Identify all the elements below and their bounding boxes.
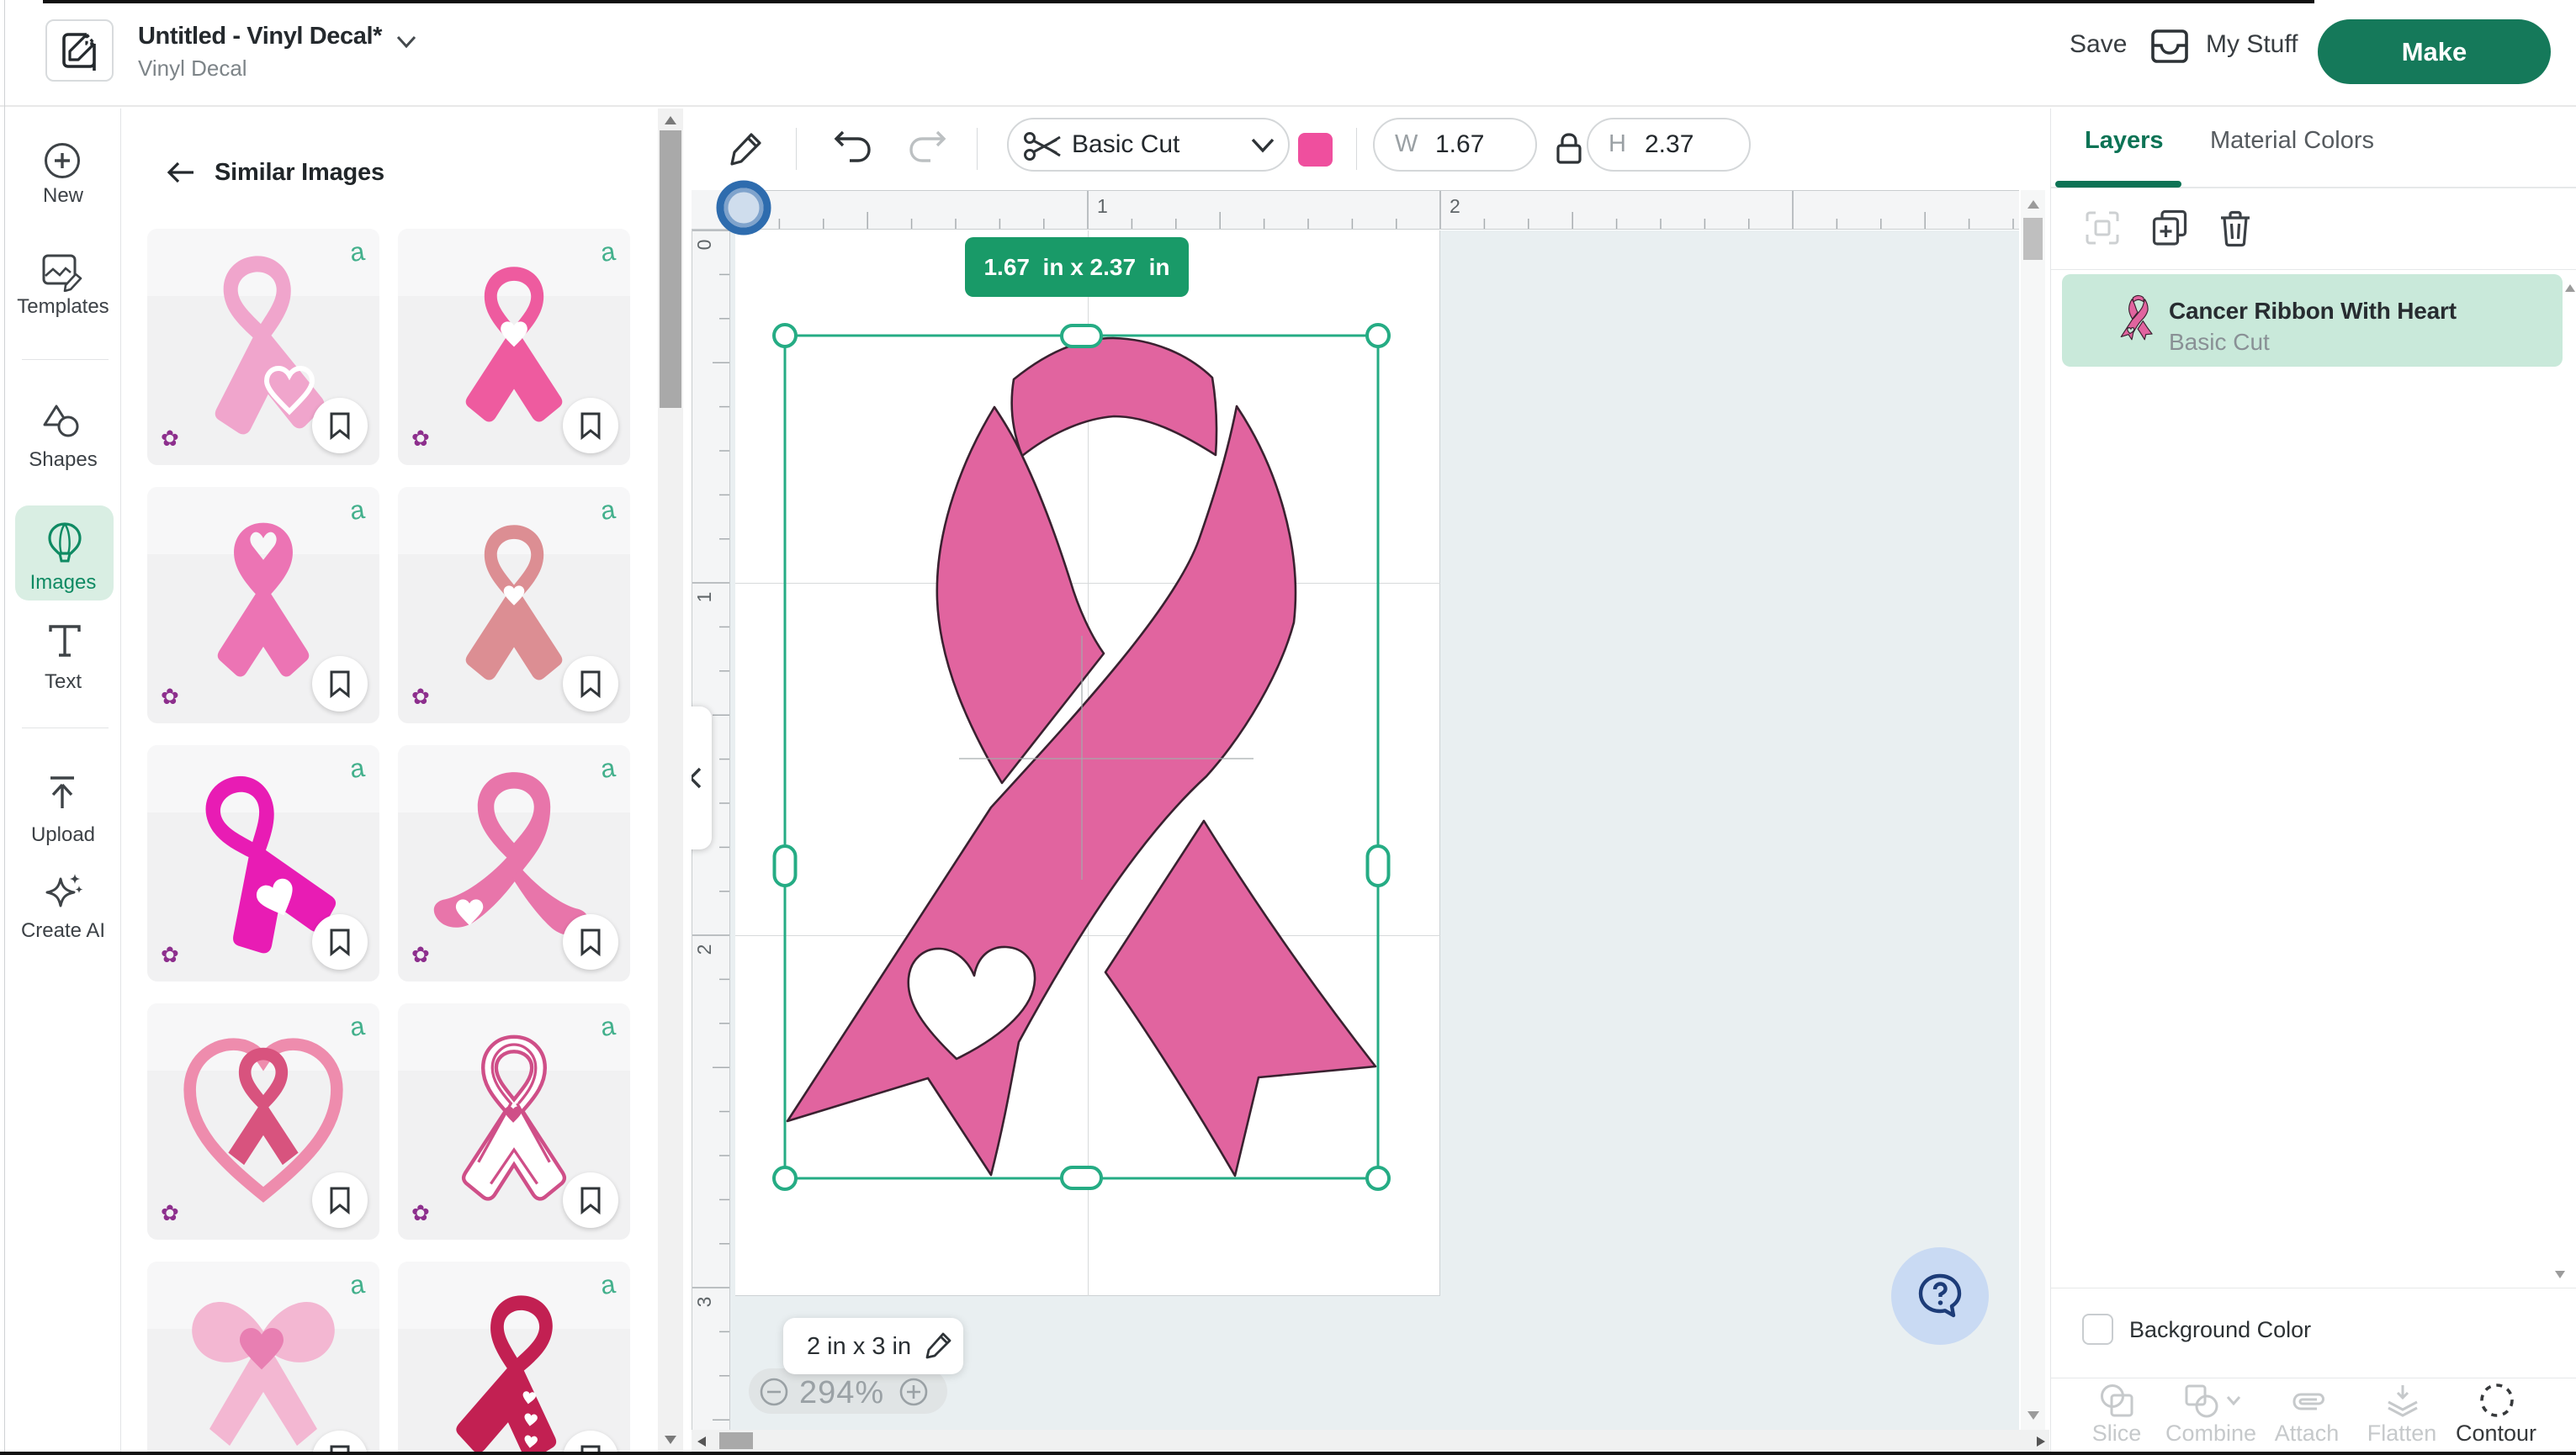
svg-text:1: 1 bbox=[1097, 195, 1108, 217]
svg-text:2: 2 bbox=[1450, 195, 1460, 217]
